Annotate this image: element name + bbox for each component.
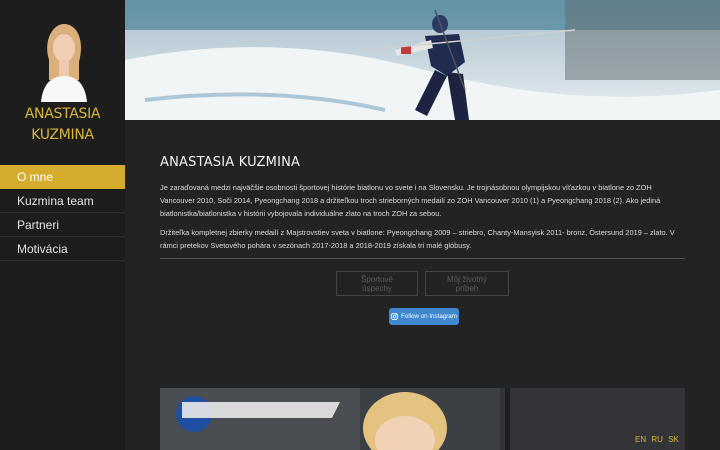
lang-ru[interactable]: RU	[651, 435, 663, 444]
tab-row: Športové úspechy Môj životný príbeh	[336, 271, 509, 296]
avatar[interactable]	[35, 20, 91, 102]
sidebar-item-kuzmina-team[interactable]: Kuzmina team	[0, 189, 125, 213]
sidebar-item-partneri[interactable]: Partneri	[0, 213, 125, 237]
embedded-video[interactable]	[160, 388, 685, 450]
site-name[interactable]: ANASTASIA KUZMINA	[0, 104, 125, 146]
divider	[160, 258, 685, 259]
instagram-icon	[391, 313, 399, 320]
site-name-line1: ANASTASIA	[24, 106, 101, 122]
medals-paragraph: Držiteľka kompletnej zbierky medailí z M…	[160, 228, 675, 250]
about-section: ANASTASIA KUZMINA Je zaraďovaná medzi na…	[160, 155, 685, 259]
hero-image	[125, 0, 720, 120]
instagram-follow-label: Follow on Instagram	[401, 313, 457, 320]
lang-en[interactable]: EN	[635, 435, 646, 444]
site-name-line2: KUZMINA	[31, 127, 94, 143]
intro-paragraph: Je zaraďovaná medzi najväčšie osobnosti …	[160, 183, 661, 218]
tab-moj-zivotny-pribeh[interactable]: Môj životný príbeh	[425, 271, 509, 296]
language-switcher: EN RU SK	[635, 435, 682, 444]
tab-sportove-uspechy[interactable]: Športové úspechy	[336, 271, 418, 296]
sidebar-nav: O mne Kuzmina team Partneri Motivácia	[0, 165, 125, 261]
sidebar-item-o-mne[interactable]: O mne	[0, 165, 125, 189]
sidebar-item-motivacia[interactable]: Motivácia	[0, 237, 125, 261]
sidebar: ANASTASIA KUZMINA O mne Kuzmina team Par…	[0, 0, 125, 450]
instagram-follow-button[interactable]: Follow on Instagram	[389, 308, 459, 325]
lang-sk[interactable]: SK	[668, 435, 679, 444]
page-title: ANASTASIA KUZMINA	[160, 155, 301, 170]
